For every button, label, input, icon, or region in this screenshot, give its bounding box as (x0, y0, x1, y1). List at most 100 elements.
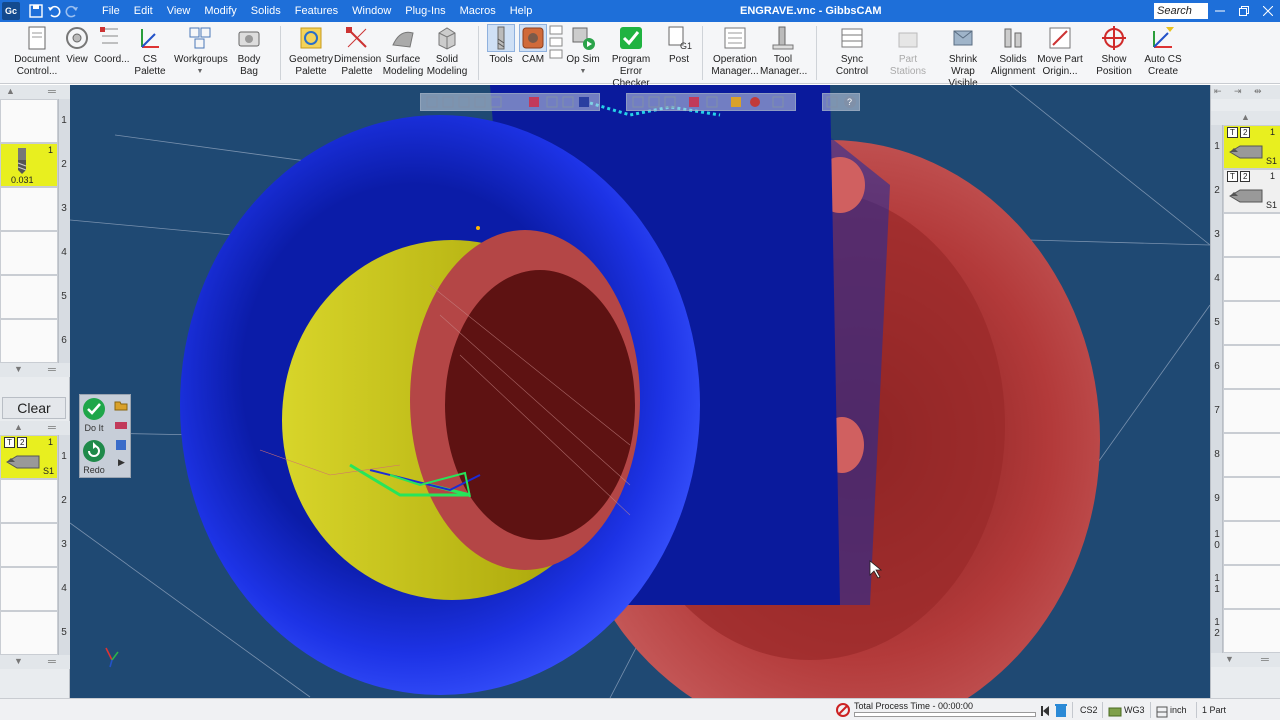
op-sim-button[interactable]: Op Sim ▼ (566, 24, 600, 78)
eraser-icon[interactable] (114, 419, 128, 434)
save-icon[interactable] (28, 3, 44, 19)
undo-icon[interactable] (46, 3, 62, 19)
solids-alignment-button[interactable]: Solids Alignment (990, 24, 1036, 78)
view-toolbar-middle[interactable] (626, 93, 796, 111)
sync-control-button[interactable]: Sync Control (824, 24, 880, 78)
folder-icon[interactable] (114, 399, 128, 414)
operation-slot-5[interactable] (1223, 301, 1280, 345)
3d-viewport[interactable]: ? (70, 85, 1210, 698)
menu-help[interactable]: Help (503, 0, 540, 22)
operation-slot-10[interactable] (1223, 521, 1280, 565)
collapse-icon[interactable]: ═ (48, 86, 56, 98)
tool-diameter: 0.031 (11, 175, 34, 185)
redo-button[interactable]: Redo (82, 439, 106, 475)
shrink-wrap-visible-button[interactable]: Shrink Wrap Visible (936, 24, 990, 90)
operation-slot-1[interactable]: T 2 1 S1 (1223, 125, 1280, 169)
stop-icon[interactable] (836, 703, 850, 725)
post-button[interactable]: G1 Post (664, 24, 694, 66)
move-part-origin-button[interactable]: Move Part Origin... (1036, 24, 1084, 78)
minimize-icon[interactable] (1208, 0, 1232, 22)
clear-button[interactable]: Clear (2, 397, 66, 419)
expand-icon[interactable]: ⇥ (1234, 86, 1242, 97)
operation-slot-4[interactable] (1223, 257, 1280, 301)
tool-manager-button[interactable]: Tool Manager... (760, 24, 807, 78)
view-button[interactable]: View (62, 24, 92, 66)
scroll-up-icon[interactable]: ▲ (1241, 112, 1250, 122)
collapse-icon[interactable]: ⇹ (1254, 86, 1262, 97)
auto-cs-create-button[interactable]: Auto CS Create (1144, 24, 1182, 78)
coord-button[interactable]: Coord... (94, 24, 130, 66)
cs-palette-button[interactable]: CS Palette (128, 24, 172, 78)
close-icon[interactable] (1256, 0, 1280, 22)
part-model-scene (70, 85, 1210, 698)
operation-slot-12[interactable] (1223, 609, 1280, 653)
menu-edit[interactable]: Edit (127, 0, 160, 22)
menu-macros[interactable]: Macros (453, 0, 503, 22)
units-label[interactable]: inch (1170, 699, 1187, 721)
search-icon[interactable] (1192, 4, 1206, 21)
workgroups-button[interactable]: Workgroups ▼ (174, 24, 228, 78)
do-it-button[interactable]: Do It (82, 397, 106, 433)
process-slot-2[interactable] (0, 479, 58, 523)
tool-slot-3[interactable] (0, 187, 58, 231)
program-error-checker-button[interactable]: Program Error Checker (600, 24, 662, 90)
clipboard-icon[interactable] (114, 439, 128, 454)
collapse-icon[interactable]: ═ (48, 422, 56, 434)
collapse-icon[interactable]: ═ (1261, 654, 1269, 666)
view-toolbar-left[interactable] (420, 93, 600, 111)
scroll-up-icon[interactable]: ▲ (6, 86, 15, 96)
redo-icon[interactable] (64, 3, 80, 19)
scroll-down-icon[interactable]: ▼ (14, 364, 23, 374)
document-control-button[interactable]: Document Control... (14, 24, 60, 78)
geometry-palette-button[interactable]: Geometry Palette (288, 24, 334, 78)
operation-slot-8[interactable] (1223, 433, 1280, 477)
menu-solids[interactable]: Solids (244, 0, 288, 22)
view-tools-icon (426, 96, 589, 108)
trash-icon[interactable] (1054, 702, 1068, 726)
dimension-palette-button[interactable]: Dimension Palette (334, 24, 381, 78)
operation-manager-button[interactable]: Operation Manager... (710, 24, 760, 78)
tool-slot-5[interactable] (0, 275, 58, 319)
operation-slot-7[interactable] (1223, 389, 1280, 433)
expand-icon[interactable]: ⇤ (1214, 86, 1222, 97)
process-slot-4[interactable] (0, 567, 58, 611)
menu-file[interactable]: File (95, 0, 127, 22)
tool-slot-6[interactable] (0, 319, 58, 363)
process-slot-1[interactable]: T 2 1 S1 (0, 435, 58, 479)
tools-button[interactable]: Tools (486, 24, 516, 66)
operation-slot-3[interactable] (1223, 213, 1280, 257)
restore-icon[interactable] (1232, 0, 1256, 22)
operation-slot-6[interactable] (1223, 345, 1280, 389)
operation-slot-9[interactable] (1223, 477, 1280, 521)
tool-slot-1[interactable] (0, 99, 58, 143)
menu-modify[interactable]: Modify (197, 0, 243, 22)
solid-modeling-button[interactable]: Solid Modeling (426, 24, 468, 78)
workgroup-label[interactable]: WG3 (1124, 699, 1145, 721)
menu-window[interactable]: Window (345, 0, 398, 22)
tool-slot-4[interactable] (0, 231, 58, 275)
menu-plug-ins[interactable]: Plug-Ins (398, 0, 452, 22)
cam-side-icons (548, 24, 564, 68)
collapse-icon[interactable]: ═ (48, 656, 56, 668)
scroll-down-icon[interactable]: ▼ (1225, 654, 1234, 664)
body-bag-button[interactable]: Body Bag (228, 24, 270, 78)
collapse-icon[interactable]: ═ (48, 364, 56, 376)
tile-tool-number: 2 (1240, 171, 1251, 182)
scroll-down-icon[interactable]: ▼ (14, 656, 23, 666)
surface-modeling-button[interactable]: Surface Modeling (382, 24, 424, 78)
operation-slot-11[interactable] (1223, 565, 1280, 609)
show-position-button[interactable]: Show Position (1084, 24, 1144, 78)
coordinate-system-label[interactable]: CS2 (1080, 699, 1098, 721)
process-slot-5[interactable] (0, 611, 58, 655)
expand-right-icon[interactable]: ▶ (118, 457, 125, 468)
operation-slot-2[interactable]: T 2 1 S1 (1223, 169, 1280, 213)
part-stations-button[interactable]: Part Stations (880, 24, 936, 78)
rewind-icon[interactable] (1040, 703, 1050, 725)
process-slot-3[interactable] (0, 523, 58, 567)
tool-slot-2[interactable]: 1 0.031 (0, 143, 58, 187)
menu-features[interactable]: Features (288, 0, 345, 22)
view-toolbar-right[interactable]: ? (822, 93, 860, 111)
menu-view[interactable]: View (160, 0, 198, 22)
cam-button[interactable]: CAM (518, 24, 548, 66)
scroll-up-icon[interactable]: ▲ (14, 422, 23, 432)
